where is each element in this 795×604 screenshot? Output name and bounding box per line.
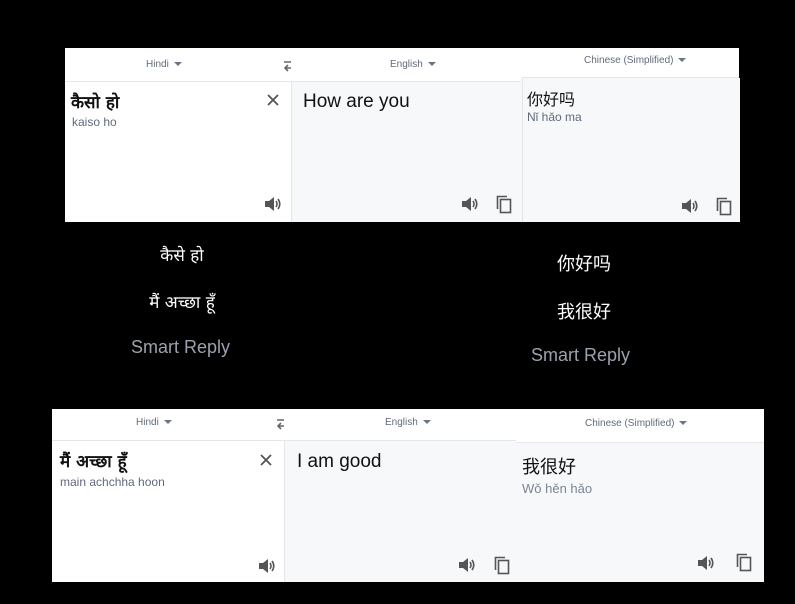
bottom-middle-lang-select[interactable]: English [385, 417, 431, 428]
top-right-roman: Nǐ hǎo ma [527, 110, 582, 124]
top-translation-panel: Hindi कैसो हो kaiso ho English How are y… [65, 48, 740, 222]
copy-icon[interactable] [494, 556, 510, 575]
chevron-down-icon [163, 420, 172, 425]
speaker-icon[interactable] [458, 557, 476, 573]
bottom-source-roman: main achchha hoon [60, 475, 165, 489]
bottom-right-roman: Wǒ hěn hǎo [522, 481, 593, 496]
chevron-down-icon [679, 421, 688, 426]
chevron-down-icon [678, 58, 687, 63]
copy-icon[interactable] [736, 553, 752, 572]
top-right-text: 你好吗 [527, 90, 576, 109]
chevron-down-icon [173, 62, 182, 67]
bottom-translation-panel: Hindi मैं अच्छा हूँ main achchha hoon En… [52, 409, 764, 582]
top-source-text[interactable]: कैसो हो [71, 90, 119, 113]
copy-icon[interactable] [496, 195, 512, 214]
bottom-right-lang-label: Chinese (Simplified) [585, 418, 675, 429]
bottom-source-lang-label: Hindi [136, 417, 159, 428]
chevron-down-icon [422, 420, 431, 425]
bottom-middle-lang-label: English [385, 417, 418, 428]
mid-right-line1: 你好吗 [557, 254, 611, 275]
mid-left-line2: मैं अच्छा हूँ [149, 293, 215, 313]
top-right-lang-label: Chinese (Simplified) [584, 55, 674, 66]
mid-left-line1: कैसे हो [160, 246, 204, 266]
top-source-box[interactable]: Hindi कैसो हो kaiso ho [65, 48, 291, 222]
bottom-right-text: 我很好 [522, 457, 576, 478]
top-middle-text: How are you [303, 91, 410, 112]
close-icon[interactable] [266, 93, 280, 107]
top-source-roman: kaiso ho [72, 115, 117, 129]
bottom-source-box[interactable]: Hindi मैं अच्छा हूँ main achchha hoon [52, 409, 284, 582]
bottom-right-lang-select[interactable]: Chinese (Simplified) [585, 418, 688, 429]
chevron-down-icon [427, 62, 436, 67]
speaker-icon[interactable] [264, 196, 282, 212]
bottom-source-text[interactable]: मैं अच्छा हूँ [60, 449, 127, 472]
top-right-lang-select[interactable]: Chinese (Simplified) [584, 55, 687, 66]
top-middle-lang-select[interactable]: English [390, 59, 436, 70]
top-source-lang-label: Hindi [146, 59, 169, 70]
close-icon[interactable] [259, 453, 273, 467]
bottom-source-lang-select[interactable]: Hindi [136, 417, 172, 428]
mid-right-line2: 我很好 [557, 302, 611, 323]
copy-icon[interactable] [716, 197, 732, 216]
speaker-icon[interactable] [697, 555, 715, 571]
speaker-icon[interactable] [258, 558, 276, 574]
top-middle-lang-label: English [390, 59, 423, 70]
mid-left-smart-reply[interactable]: Smart Reply [131, 337, 230, 358]
mid-right-smart-reply[interactable]: Smart Reply [531, 345, 630, 366]
speaker-icon[interactable] [461, 196, 479, 212]
top-source-lang-select[interactable]: Hindi [146, 59, 182, 70]
bottom-middle-text: I am good [297, 451, 382, 472]
speaker-icon[interactable] [681, 198, 699, 214]
